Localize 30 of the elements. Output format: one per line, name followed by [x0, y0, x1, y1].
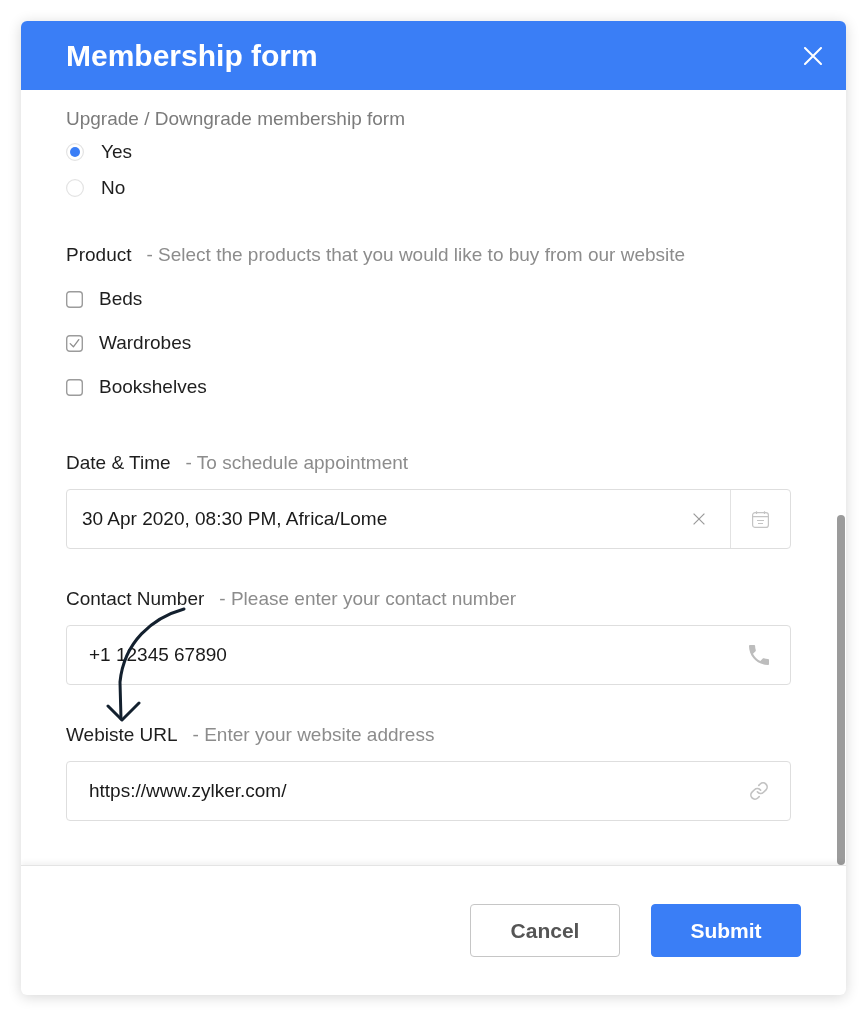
- scrollbar-thumb[interactable]: [837, 515, 845, 865]
- window-title: Membership form: [66, 37, 318, 74]
- field-hint: - Select the products that you would like to buy from our website: [146, 243, 686, 267]
- close-icon[interactable]: [804, 46, 822, 65]
- phone-icon: [749, 645, 769, 665]
- cancel-button[interactable]: Cancel: [470, 904, 620, 957]
- checkbox[interactable]: [66, 290, 83, 308]
- radio-label[interactable]: No: [101, 173, 126, 203]
- radio-button[interactable]: [66, 143, 84, 161]
- field-hint: - Enter your website address: [192, 723, 435, 747]
- field-label: Date & Time: [66, 451, 171, 475]
- field-hint: - Please enter your contact number: [219, 587, 517, 611]
- field-label: Webiste URL: [66, 723, 178, 747]
- field-label: Product: [66, 243, 132, 267]
- checkbox[interactable]: [66, 378, 83, 396]
- checkbox-label[interactable]: Beds: [99, 284, 143, 314]
- checkbox[interactable]: [66, 334, 83, 352]
- clear-icon[interactable]: [693, 513, 705, 525]
- field-hint: - To schedule appointment: [185, 451, 409, 475]
- url-field[interactable]: https://www.zylker.com/: [66, 761, 791, 821]
- date-time-field[interactable]: 30 Apr 2020, 08:30 PM, Africa/Lome: [66, 489, 791, 549]
- calendar-icon[interactable]: [752, 510, 769, 528]
- question-label: Upgrade / Downgrade membership form: [66, 107, 405, 131]
- checkbox-label[interactable]: Bookshelves: [99, 372, 207, 402]
- link-icon: [750, 782, 768, 800]
- radio-label[interactable]: Yes: [101, 137, 132, 167]
- submit-button[interactable]: Submit: [651, 904, 801, 957]
- field-label: Contact Number: [66, 587, 205, 611]
- radio-button[interactable]: [66, 179, 84, 197]
- checkbox-label[interactable]: Wardrobes: [99, 328, 192, 358]
